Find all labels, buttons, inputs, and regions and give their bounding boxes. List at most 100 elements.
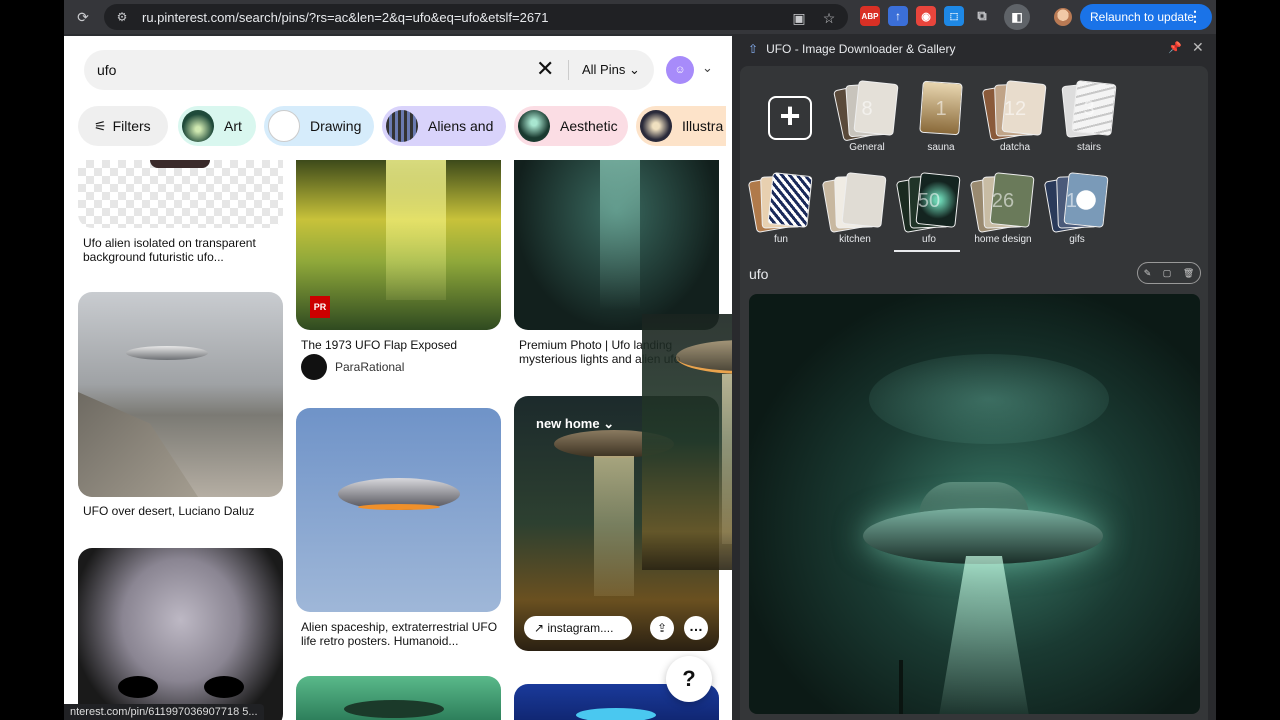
album-kitchen[interactable]: kitchen bbox=[820, 172, 890, 254]
chip-label: Filters bbox=[112, 118, 151, 134]
pin-caption[interactable]: UFO over desert, Luciano Daluz bbox=[83, 504, 283, 518]
more-options-icon[interactable]: … bbox=[684, 616, 708, 640]
chip-label: Art bbox=[224, 118, 242, 134]
install-icon[interactable]: ▣ bbox=[788, 7, 810, 29]
adblock-extension-icon[interactable]: ABP bbox=[860, 6, 880, 26]
record-extension-icon[interactable]: ◉ bbox=[916, 6, 936, 26]
pin-author[interactable]: ParaRational bbox=[301, 354, 404, 380]
album-name: ufo bbox=[922, 234, 936, 245]
album-sauna[interactable]: 1 sauna bbox=[906, 80, 976, 162]
alien-eye bbox=[204, 676, 244, 698]
album-name: datcha bbox=[999, 142, 1031, 153]
pin-caption[interactable]: Alien spaceship, extraterrestrial UFO li… bbox=[301, 620, 501, 648]
album-name: kitchen bbox=[839, 234, 871, 245]
chip-aesthetic[interactable]: Aesthetic bbox=[514, 106, 628, 146]
side-panel-header: ⇧ UFO - Image Downloader & Gallery bbox=[732, 34, 1216, 64]
chip-thumbnail bbox=[268, 110, 300, 142]
pin-image-green-ufo[interactable] bbox=[296, 676, 501, 720]
ufo-extension-icon[interactable]: ↑ bbox=[888, 6, 908, 26]
chip-aliens[interactable]: Aliens and bbox=[382, 106, 506, 146]
dragged-image-preview bbox=[642, 314, 732, 570]
album-name: General bbox=[849, 142, 885, 153]
album-stairs[interactable]: 3 stairs bbox=[1054, 80, 1124, 162]
help-button[interactable]: ? bbox=[666, 656, 712, 702]
pinterest-page: ufo ✕ All Pins ⌄ ☺ ⌄ ⚟ Filters Art Drawi… bbox=[64, 36, 732, 720]
cloud-glow bbox=[869, 354, 1109, 444]
author-avatar bbox=[301, 354, 327, 380]
pin-filter-label: All Pins bbox=[582, 62, 626, 77]
album-general[interactable]: 8 General bbox=[832, 80, 902, 162]
album-gifs[interactable]: 13 gifs bbox=[1042, 172, 1112, 254]
source-link-label: instagram.... bbox=[547, 621, 614, 635]
share-icon[interactable]: ⇪ bbox=[650, 616, 674, 640]
site-settings-icon[interactable]: ⚙ bbox=[114, 9, 130, 25]
pin-panel-icon[interactable]: 📌 bbox=[1168, 41, 1182, 54]
chip-label: Illustra bbox=[682, 118, 724, 134]
extensions-puzzle-icon[interactable]: ⧉ bbox=[972, 6, 992, 26]
pin-image-1973-ufo[interactable]: PR bbox=[296, 160, 501, 330]
author-name: ParaRational bbox=[335, 360, 405, 374]
light-beam bbox=[722, 374, 732, 544]
album-count: 1 bbox=[935, 98, 947, 120]
chip-thumbnail bbox=[518, 110, 550, 142]
album-fun[interactable]: fun bbox=[746, 172, 816, 254]
relaunch-label: Relaunch to update bbox=[1090, 10, 1195, 24]
relaunch-button[interactable]: Relaunch to update ⋮ bbox=[1080, 4, 1212, 30]
screenshot-extension-icon[interactable]: ⬚ bbox=[944, 6, 964, 26]
pin-filter-dropdown[interactable]: All Pins ⌄ bbox=[582, 62, 640, 78]
pin-image-alien-spaceship[interactable] bbox=[296, 408, 501, 612]
chip-art[interactable]: Art bbox=[178, 106, 256, 146]
album-name: gifs bbox=[1069, 234, 1085, 245]
album-datcha[interactable]: 12 datcha bbox=[980, 80, 1050, 162]
user-avatar[interactable]: ☺ bbox=[666, 56, 694, 84]
album-thumbnail-stack bbox=[747, 172, 813, 234]
trash-icon[interactable]: 🗑 bbox=[1183, 268, 1194, 279]
filters-button[interactable]: ⚟ Filters bbox=[78, 106, 168, 146]
pin-image-alien-face[interactable] bbox=[78, 548, 283, 720]
search-divider bbox=[568, 60, 569, 80]
light-beam bbox=[939, 556, 1029, 714]
side-panel-icon[interactable]: ◧ bbox=[1004, 4, 1030, 30]
chip-illustration[interactable]: Illustra bbox=[636, 106, 726, 146]
album-home-design[interactable]: 26 home design bbox=[968, 172, 1038, 254]
album-card bbox=[841, 172, 887, 228]
ufo-shape bbox=[576, 708, 656, 720]
pin-caption[interactable]: The 1973 UFO Flap Exposed bbox=[301, 338, 501, 352]
save-icon[interactable]: ▢ bbox=[1163, 268, 1172, 279]
bookmark-star-icon[interactable]: ☆ bbox=[818, 7, 840, 29]
add-album-button[interactable]: + bbox=[768, 96, 812, 140]
poster-logo: PR bbox=[310, 296, 330, 318]
source-link-button[interactable]: ↗ instagram.... bbox=[524, 616, 632, 640]
address-bar[interactable]: ⚙ ru.pinterest.com/search/pins/?rs=ac&le… bbox=[104, 4, 848, 30]
reload-icon[interactable]: ⟳ bbox=[72, 6, 94, 28]
account-chevron-icon[interactable]: ⌄ bbox=[702, 60, 713, 76]
chip-label: Aesthetic bbox=[560, 118, 618, 134]
chip-thumbnail bbox=[640, 110, 672, 142]
pin-caption[interactable]: Ufo alien isolated on transparent backgr… bbox=[83, 236, 283, 264]
album-name: sauna bbox=[927, 142, 955, 153]
edit-icon[interactable]: ✎ bbox=[1144, 268, 1152, 279]
chevron-down-icon: ⌄ bbox=[628, 62, 640, 77]
clear-search-icon[interactable]: ✕ bbox=[536, 58, 554, 80]
album-count: 50 bbox=[917, 190, 941, 212]
profile-avatar[interactable] bbox=[1054, 8, 1072, 26]
status-bar-url: nterest.com/pin/611997036907718 5... bbox=[64, 704, 264, 720]
album-count: 3 bbox=[1083, 98, 1095, 120]
pin-image-premium-ufo[interactable] bbox=[514, 160, 719, 330]
album-ufo[interactable]: 50 ufo bbox=[894, 172, 964, 254]
close-panel-icon[interactable]: ✕ bbox=[1192, 39, 1204, 56]
pin-image-ufo-transparent[interactable] bbox=[78, 160, 283, 228]
search-bar[interactable]: ufo ✕ All Pins ⌄ bbox=[84, 50, 654, 90]
chip-drawing[interactable]: Drawing bbox=[264, 106, 374, 146]
search-input[interactable]: ufo bbox=[97, 62, 116, 78]
light-beam bbox=[600, 160, 640, 310]
alien-eye bbox=[118, 676, 158, 698]
pin-image-ufo-desert[interactable] bbox=[78, 292, 283, 497]
browser-window: ⟳ ⚙ ru.pinterest.com/search/pins/?rs=ac&… bbox=[64, 0, 1216, 720]
ufo-shape bbox=[676, 340, 732, 374]
selected-image-preview[interactable] bbox=[749, 294, 1200, 714]
album-count: 26 bbox=[991, 190, 1015, 212]
url-text: ru.pinterest.com/search/pins/?rs=ac&len=… bbox=[142, 9, 549, 25]
chrome-menu-icon[interactable]: ⋮ bbox=[1188, 8, 1202, 25]
album-name: stairs bbox=[1077, 142, 1101, 153]
